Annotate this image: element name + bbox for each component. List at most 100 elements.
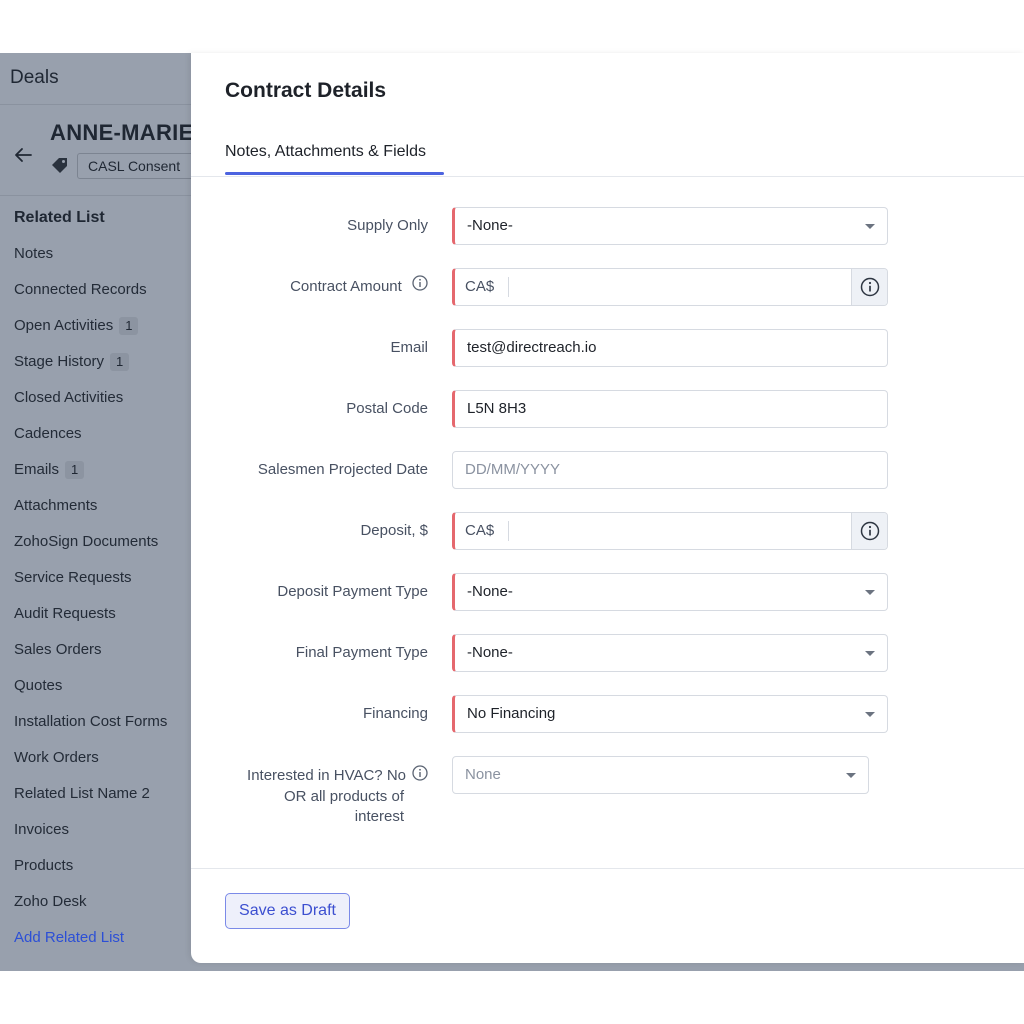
related-list-item-label: Products xyxy=(14,857,74,874)
postal-code-label: Postal Code xyxy=(346,400,428,417)
postal-code-field[interactable]: L5N 8H3 xyxy=(452,390,888,428)
related-list-item-label: Emails xyxy=(14,461,60,478)
related-list-item[interactable]: ZohoSign Documents xyxy=(14,532,194,568)
related-list-item-label: Attachments xyxy=(14,497,98,514)
related-list-item[interactable]: Service Requests xyxy=(14,568,194,604)
related-list-item-label: Open Activities xyxy=(14,317,114,334)
related-list-item[interactable]: Closed Activities xyxy=(14,388,194,424)
related-list-count-badge: 1 xyxy=(65,461,85,479)
related-list-title: Related List xyxy=(14,209,105,226)
deposit-payment-type-select[interactable]: -None- xyxy=(452,573,888,611)
chevron-down-icon xyxy=(865,651,875,656)
related-list-item-label: Sales Orders xyxy=(14,641,102,658)
related-list-item-label: Audit Requests xyxy=(14,605,116,622)
salesmen-projected-date-label: Salesmen Projected Date xyxy=(257,461,428,478)
currency-prefix: CA$ xyxy=(465,522,495,539)
chevron-down-icon xyxy=(846,773,856,778)
deposit-input[interactable]: CA$ xyxy=(452,512,888,550)
related-list-item[interactable]: Connected Records xyxy=(14,280,194,316)
row-final-payment-type: Final Payment Type -None- xyxy=(191,634,1024,674)
back-arrow-icon[interactable] xyxy=(12,144,34,166)
tab-bar: Notes, Attachments & Fields xyxy=(191,137,1024,177)
row-financing: Financing No Financing xyxy=(191,695,1024,735)
row-email: Email test@directreach.io xyxy=(191,329,1024,369)
row-deposit: Deposit, $ CA$ xyxy=(191,512,1024,552)
related-list-item[interactable]: Sales Orders xyxy=(14,640,194,676)
related-list-item[interactable]: Zoho Desk xyxy=(14,892,194,928)
final-payment-type-select[interactable]: -None- xyxy=(452,634,888,672)
related-list-count-badge: 1 xyxy=(110,353,130,371)
interested-hvac-label-line3: interest xyxy=(354,808,404,825)
supply-only-value: -None- xyxy=(467,217,513,234)
related-list-item[interactable]: Notes xyxy=(14,244,194,280)
info-icon[interactable] xyxy=(412,765,428,787)
related-list-item[interactable]: Audit Requests xyxy=(14,604,194,640)
interested-hvac-multiselect[interactable]: None xyxy=(452,756,869,794)
tag-icon xyxy=(50,156,70,176)
email-value: test@directreach.io xyxy=(467,339,597,356)
currency-prefix: CA$ xyxy=(465,278,495,295)
prefix-divider xyxy=(508,521,509,541)
related-list-item-label: Connected Records xyxy=(14,281,147,298)
related-list-item[interactable]: Installation Cost Forms xyxy=(14,712,194,748)
related-list-item[interactable]: Products xyxy=(14,856,194,892)
contract-details-modal: Contract Details Notes, Attachments & Fi… xyxy=(191,53,1024,963)
row-contract-amount: Contract Amount CA$ xyxy=(191,268,1024,308)
salesmen-projected-date-field[interactable]: DD/MM/YYYY xyxy=(452,451,888,489)
related-list-item-label: Cadences xyxy=(14,425,82,442)
interested-hvac-label-line2: OR all products of xyxy=(283,788,404,805)
record-name: ANNE-MARIE xyxy=(50,120,194,145)
related-list-item-label: Installation Cost Forms xyxy=(14,713,168,730)
related-list-item[interactable]: Stage History 1 xyxy=(14,352,194,388)
modal-footer: Save as Draft xyxy=(191,868,1024,963)
row-salesmen-projected-date: Salesmen Projected Date DD/MM/YYYY xyxy=(191,451,1024,491)
deposit-payment-type-value: -None- xyxy=(467,583,513,600)
related-list-item[interactable]: Open Activities 1 xyxy=(14,316,194,352)
contract-amount-label-text: Contract Amount xyxy=(290,278,402,295)
screen: Deals ANNE-MARIE CASL Consent Related Li… xyxy=(0,0,1024,1024)
chevron-down-icon xyxy=(865,712,875,717)
info-icon[interactable] xyxy=(412,268,428,306)
related-list-item-label: Invoices xyxy=(14,821,70,838)
final-payment-type-label: Final Payment Type xyxy=(295,644,428,661)
related-list-item[interactable]: Cadences xyxy=(14,424,194,460)
related-list-item[interactable]: Related List Name 2 xyxy=(14,784,194,820)
related-list-item-label: Zoho Desk xyxy=(14,893,87,910)
interested-hvac-label: Interested in HVAC? No OR all products o… xyxy=(228,765,428,827)
date-placeholder: DD/MM/YYYY xyxy=(465,461,561,478)
active-tab-indicator xyxy=(225,172,444,175)
financing-select[interactable]: No Financing xyxy=(452,695,888,733)
interested-hvac-label-line1-text: Interested in HVAC? No xyxy=(247,766,406,784)
related-list-item-label: Work Orders xyxy=(14,749,99,766)
prefix-divider xyxy=(508,277,509,297)
save-as-draft-button[interactable]: Save as Draft xyxy=(225,893,350,929)
related-list-item-label: Service Requests xyxy=(14,569,132,586)
final-payment-type-value: -None- xyxy=(467,644,513,661)
related-list-item[interactable]: Quotes xyxy=(14,676,194,712)
row-interested-hvac: Interested in HVAC? No OR all products o… xyxy=(191,756,1024,836)
info-icon[interactable] xyxy=(851,513,887,549)
related-list-item[interactable]: Attachments xyxy=(14,496,194,532)
email-field[interactable]: test@directreach.io xyxy=(452,329,888,367)
related-list-count-badge: 1 xyxy=(119,317,139,335)
module-title: Deals xyxy=(10,67,59,88)
row-postal-code: Postal Code L5N 8H3 xyxy=(191,390,1024,430)
add-related-list-link[interactable]: Add Related List xyxy=(14,928,194,964)
deposit-label: Deposit, $ xyxy=(360,522,428,539)
related-list-item[interactable]: Emails 1 xyxy=(14,460,194,496)
financing-value: No Financing xyxy=(467,705,556,722)
info-icon[interactable] xyxy=(851,269,887,305)
related-list-item-label: Notes xyxy=(14,245,54,262)
deposit-payment-type-label: Deposit Payment Type xyxy=(277,583,428,600)
row-deposit-payment-type: Deposit Payment Type -None- xyxy=(191,573,1024,613)
related-list-nav: Related List Notes Connected Records Open … xyxy=(14,208,194,964)
related-list-item-label: Closed Activities xyxy=(14,389,124,406)
related-list-item[interactable]: Invoices xyxy=(14,820,194,856)
supply-only-select[interactable]: -None- xyxy=(452,207,888,245)
row-supply-only: Supply Only -None- xyxy=(191,207,1024,247)
financing-label: Financing xyxy=(362,705,428,722)
related-list-item-label: Quotes xyxy=(14,677,63,694)
chevron-down-icon xyxy=(865,590,875,595)
contract-amount-input[interactable]: CA$ xyxy=(452,268,888,306)
related-list-item[interactable]: Work Orders xyxy=(14,748,194,784)
